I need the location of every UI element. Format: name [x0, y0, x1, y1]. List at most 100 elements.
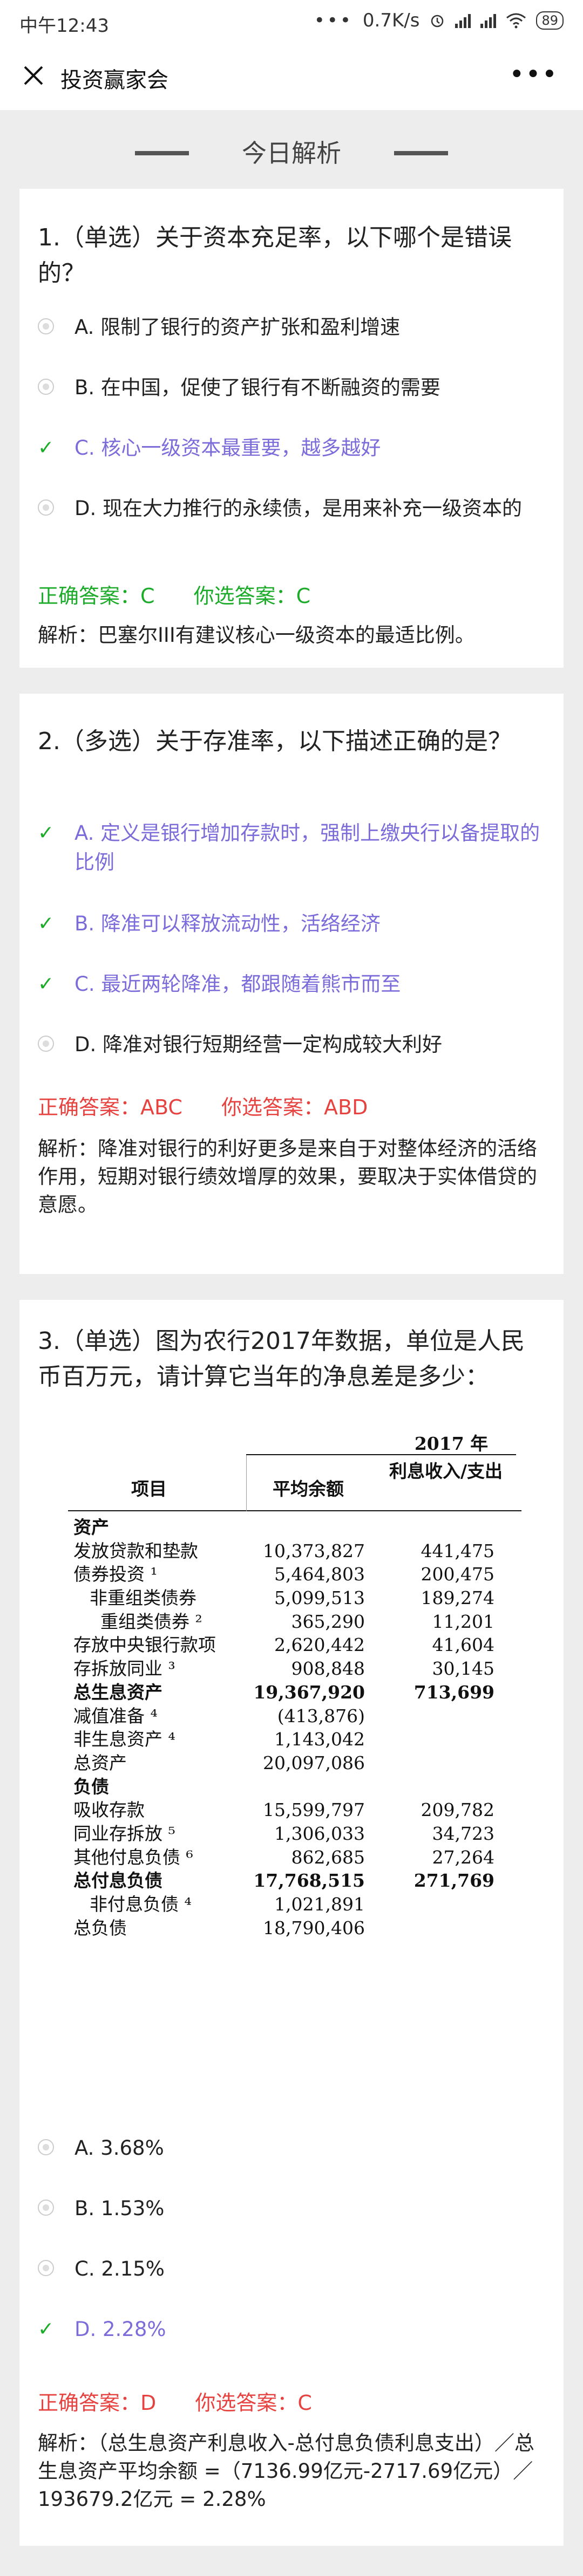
wifi-icon: [506, 13, 526, 29]
option-text: A. 3.68%: [74, 2136, 164, 2160]
check-icon: ✓: [38, 913, 55, 935]
table-row: 存拆放同业 ³ 908,848 30,145: [68, 1657, 521, 1681]
option-text: B. 1.53%: [74, 2197, 165, 2220]
table-row: 债券投资 ¹ 5,464,803 200,475: [68, 1563, 521, 1586]
table-row: 资产: [68, 1516, 521, 1539]
explanation: 解析：降准对银行的利好更多是来自于对整体经济的活络作用，短期对银行绩效增厚的效果…: [38, 1137, 537, 1216]
table-row: 同业存拆放 ⁵ 1,306,033 34,723: [68, 1822, 521, 1846]
row-label: 重组类债券 ²: [100, 1611, 202, 1632]
radio-icon: [38, 318, 54, 334]
row-label: 总负债: [73, 1917, 127, 1938]
explanation: 解析：（总生息资产利息收入-总付息负债利息支出）／总生息资产平均余额 =（713…: [38, 2431, 534, 2511]
answer-row: 正确答案：ABC 你选答案：ABD: [38, 1093, 400, 1122]
option-d[interactable]: D. 降准对银行短期经营一定构成较大利好: [38, 1030, 545, 1059]
option-text: B. 在中国，促使了银行有不断融资的需要: [74, 376, 440, 399]
section-heading: 今日解析: [0, 124, 583, 178]
option-c[interactable]: C. 2.15%: [38, 2255, 545, 2284]
nav-bar: 投资赢家会 •••: [0, 43, 583, 110]
correct-answer: 正确答案：C: [38, 584, 155, 608]
table-row: 发放贷款和垫款 10,373,827 441,475: [68, 1539, 521, 1563]
option-c[interactable]: ✓ C. 核心一级资本最重要，越多越好: [38, 434, 545, 463]
row-average-balance: 2,620,442: [274, 1634, 365, 1656]
table-row: 负债: [68, 1775, 521, 1799]
option-text: A. 限制了银行的资产扩张和盈利增速: [74, 316, 401, 339]
table-row: 吸收存款 15,599,797 209,782: [68, 1798, 521, 1822]
status-time: 中午12:43: [19, 15, 109, 37]
row-average-balance: 18,790,406: [263, 1917, 365, 1938]
network-speed: 0.7K/s: [362, 10, 420, 31]
table-row: 重组类债券 ² 365,290 11,201: [68, 1610, 521, 1634]
heading-divider-right: [394, 151, 448, 155]
option-a[interactable]: A. 3.68%: [38, 2134, 545, 2163]
option-text: A. 定义是银行增加存款时，强制上缴央行以备提取的比例: [74, 821, 540, 874]
page-title: 投资赢家会: [60, 68, 168, 93]
col-avg: 平均余额: [273, 1478, 344, 1499]
row-average-balance: 1,143,042: [274, 1729, 365, 1750]
option-b[interactable]: B. 在中国，促使了银行有不断融资的需要: [38, 373, 545, 402]
option-d[interactable]: D. 现在大力推行的永续债，是用来补充一级资本的: [38, 494, 545, 523]
row-average-balance: 862,685: [291, 1846, 365, 1868]
question-card-3: 3.（单选）图为农行2017年数据，单位是人民币百万元，请计算它当年的净息差是多…: [19, 1300, 564, 2546]
close-icon[interactable]: [19, 61, 48, 90]
data-table-image: 2017 年 项目 平均余额 利息收入/支出 资产 发放贷款和垫款 10,373,8…: [68, 1429, 521, 1940]
row-average-balance: 20,097,086: [263, 1752, 365, 1773]
row-label: 总资产: [73, 1752, 127, 1773]
option-a[interactable]: ✓ A. 定义是银行增加存款时，强制上缴央行以备提取的比例: [38, 819, 545, 877]
row-label: 非重组类债券: [90, 1587, 196, 1609]
correct-answer: 正确答案：ABC: [38, 1095, 182, 1119]
more-menu-button[interactable]: •••: [509, 59, 558, 90]
question-card-2: 2.（多选）关于存准率，以下描述正确的是？ ✓ A. 定义是银行增加存款时，强制…: [19, 694, 564, 1274]
row-label: 资产: [73, 1517, 109, 1538]
radio-icon: [38, 499, 54, 516]
signal-icon: [455, 13, 471, 28]
row-interest: 209,782: [421, 1799, 494, 1821]
heading-title: 今日解析: [242, 139, 341, 168]
row-label: 发放贷款和垫款: [73, 1540, 198, 1561]
row-average-balance: 5,464,803: [274, 1564, 365, 1585]
table-row: 总生息资产 19,367,920 713,699: [68, 1681, 521, 1704]
table-row: 总付息负债 17,768,515 271,769: [68, 1869, 521, 1893]
table-row: 存放中央银行款项 2,620,442 41,604: [68, 1633, 521, 1657]
battery-indicator: 89: [536, 11, 564, 30]
option-c[interactable]: ✓ C. 最近两轮降准，都跟随着熊市而至: [38, 970, 545, 999]
explanation: 解析：巴塞尔III有建议核心一级资本的最适比例。: [38, 624, 475, 647]
row-average-balance: 19,367,920: [253, 1681, 365, 1703]
row-average-balance: 1,021,891: [274, 1894, 365, 1915]
row-interest: 271,769: [413, 1870, 494, 1892]
alarm-icon: [431, 15, 444, 28]
chosen-answer: 你选答案：C: [193, 584, 311, 608]
option-d[interactable]: ✓ D. 2.28%: [38, 2315, 545, 2344]
chosen-answer: 你选答案：C: [195, 2391, 312, 2415]
option-a[interactable]: A. 限制了银行的资产扩张和盈利增速: [38, 313, 545, 342]
table-row: 其他付息负债 ⁶ 862,685 27,264: [68, 1846, 521, 1869]
radio-icon: [38, 1036, 54, 1052]
question-title: 2.（多选）关于存准率，以下描述正确的是？: [38, 728, 512, 755]
row-label: 同业存拆放 ⁵: [73, 1823, 175, 1844]
status-right: ••• 0.7K/s 89: [314, 10, 564, 31]
row-interest: 200,475: [421, 1564, 494, 1585]
table-row: 减值准备 ⁴ (413,876): [68, 1704, 521, 1728]
col-interest: 利息收入/支出: [389, 1461, 503, 1482]
row-label: 减值准备 ⁴: [73, 1705, 158, 1727]
radio-icon: [38, 2139, 54, 2155]
check-icon: ✓: [38, 973, 55, 995]
option-text: D. 降准对银行短期经营一定构成较大利好: [74, 1033, 443, 1056]
option-b[interactable]: B. 1.53%: [38, 2194, 545, 2223]
table-row: 总负债 18,790,406: [68, 1916, 521, 1940]
option-b[interactable]: ✓ B. 降准可以释放流动性，活络经济: [38, 909, 545, 938]
chosen-answer: 你选答案：ABD: [221, 1095, 368, 1119]
radio-icon: [38, 2260, 54, 2276]
radio-icon: [38, 2200, 54, 2216]
option-text: C. 最近两轮降准，都跟随着熊市而至: [74, 972, 401, 996]
status-bar: 中午12:43 ••• 0.7K/s 89: [0, 0, 583, 43]
row-label: 存放中央银行款项: [73, 1634, 216, 1656]
row-average-balance: 1,306,033: [274, 1823, 365, 1844]
row-average-balance: 15,599,797: [263, 1799, 365, 1821]
table-row: 非生息资产 ⁴ 1,143,042: [68, 1728, 521, 1751]
check-icon: ✓: [38, 2318, 55, 2340]
table-row: 非付息负债 ⁴ 1,021,891: [68, 1893, 521, 1916]
row-label: 债券投资 ¹: [73, 1564, 158, 1585]
row-interest: 441,475: [421, 1540, 494, 1561]
row-interest: 30,145: [432, 1658, 494, 1680]
option-text: C. 2.15%: [74, 2257, 165, 2280]
